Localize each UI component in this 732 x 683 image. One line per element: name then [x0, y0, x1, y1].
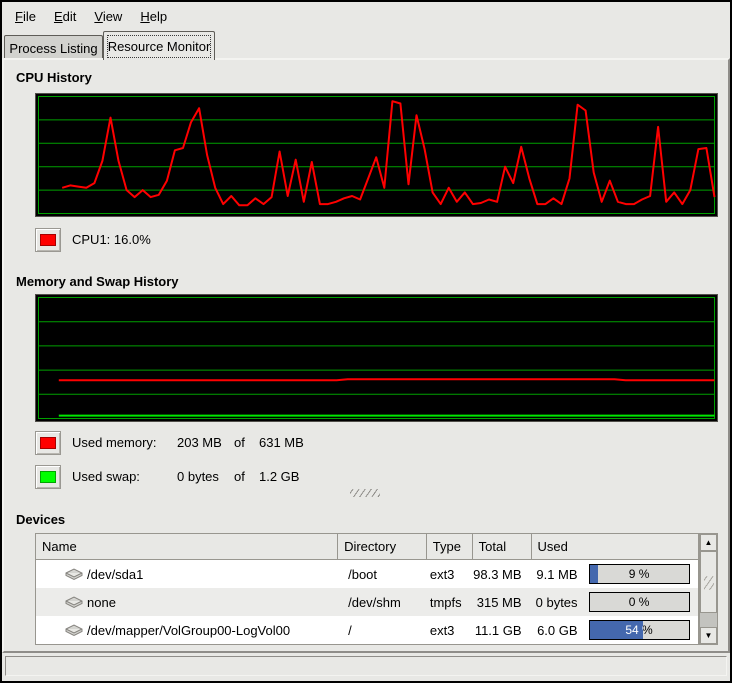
- used-swap-total: 1.2 GB: [259, 465, 299, 489]
- devices-title: Devices: [16, 512, 65, 527]
- disk-icon: [65, 595, 83, 609]
- menu-file[interactable]: File: [6, 6, 45, 27]
- device-used: 9.1 MB: [532, 567, 578, 582]
- menu-view[interactable]: View: [85, 6, 131, 27]
- column-header-used[interactable]: Used: [532, 534, 698, 559]
- memory-swap-chart: [36, 295, 717, 421]
- device-directory: /boot: [338, 567, 427, 582]
- device-row-volgroup[interactable]: /dev/mapper/VolGroup00-LogVol00 / ext3 1…: [36, 616, 698, 644]
- tab-strip: Process Listing Resource Monitor: [2, 30, 730, 59]
- devices-table-header: Name Directory Type Total Used: [36, 534, 698, 560]
- device-used: 0 bytes: [532, 595, 578, 610]
- cpu1-legend-label: CPU1: 16.0%: [72, 228, 151, 252]
- scrollbar-thumb[interactable]: [700, 551, 717, 613]
- used-memory-legend: Used memory: 203 MB of 631 MB: [72, 431, 304, 455]
- system-monitor-window: File Edit View Help Process Listing Reso…: [0, 0, 732, 683]
- cpu-history-title: CPU History: [16, 70, 92, 85]
- used-swap-color-swatch-icon: [40, 471, 56, 483]
- device-total: 315 MB: [473, 595, 532, 610]
- used-memory-color-button[interactable]: [35, 431, 61, 455]
- cpu1-color-swatch-icon: [40, 234, 56, 246]
- used-memory-label: Used memory:: [72, 431, 177, 455]
- disk-icon: [65, 623, 83, 637]
- tab-resource-monitor[interactable]: Resource Monitor: [103, 31, 215, 60]
- used-memory-color-swatch-icon: [40, 437, 56, 449]
- device-used: 6.0 GB: [532, 623, 578, 638]
- menu-edit[interactable]: Edit: [45, 6, 85, 27]
- device-name: /dev/mapper/VolGroup00-LogVol00: [87, 623, 290, 638]
- used-memory-total: 631 MB: [259, 431, 304, 455]
- device-directory: /dev/shm: [338, 595, 427, 610]
- used-swap-color-button[interactable]: [35, 465, 61, 489]
- used-swap-value: 0 bytes: [177, 465, 234, 489]
- usage-progressbar: 0 % 0 %: [589, 592, 690, 612]
- cpu-history-chart: [36, 94, 717, 216]
- column-header-type[interactable]: Type: [427, 534, 473, 559]
- column-header-name[interactable]: Name: [36, 534, 338, 559]
- device-row-none[interactable]: none /dev/shm tmpfs 315 MB 0 bytes 0 % 0…: [36, 588, 698, 616]
- device-row-sda1[interactable]: /dev/sda1 /boot ext3 98.3 MB 9.1 MB 9 % …: [36, 560, 698, 588]
- usage-progressbar: 9 % 9 %: [589, 564, 690, 584]
- memory-swap-title: Memory and Swap History: [16, 274, 179, 289]
- pane-resize-grip[interactable]: [350, 489, 380, 497]
- used-swap-legend: Used swap: 0 bytes of 1.2 GB: [72, 465, 299, 489]
- device-type: tmpfs: [427, 595, 473, 610]
- menu-help[interactable]: Help: [131, 6, 176, 27]
- column-header-directory[interactable]: Directory: [338, 534, 427, 559]
- scroll-up-arrow-icon[interactable]: ▲: [700, 534, 717, 551]
- devices-table: Name Directory Type Total Used /dev/sda1…: [35, 533, 699, 645]
- cpu1-color-button[interactable]: [35, 228, 61, 252]
- disk-icon: [65, 567, 83, 581]
- devices-vertical-scrollbar[interactable]: ▲ ▼: [699, 533, 718, 645]
- usage-progressbar: 54 % 54 %: [589, 620, 690, 640]
- device-directory: /: [338, 623, 427, 638]
- tab-process-listing[interactable]: Process Listing: [4, 35, 103, 60]
- device-total: 98.3 MB: [473, 567, 532, 582]
- statusbar: [5, 656, 727, 676]
- cpu-history-graph: [35, 93, 718, 217]
- device-name: /dev/sda1: [87, 567, 143, 582]
- device-total: 11.1 GB: [473, 623, 532, 638]
- used-swap-label: Used swap:: [72, 465, 177, 489]
- used-memory-value: 203 MB: [177, 431, 234, 455]
- scroll-down-arrow-icon[interactable]: ▼: [700, 627, 717, 644]
- column-header-total[interactable]: Total: [473, 534, 532, 559]
- menubar: File Edit View Help: [2, 2, 730, 30]
- used-memory-of: of: [234, 431, 259, 455]
- used-swap-of: of: [234, 465, 259, 489]
- device-name: none: [87, 595, 116, 610]
- device-type: ext3: [427, 567, 473, 582]
- device-type: ext3: [427, 623, 473, 638]
- memory-swap-graph: [35, 294, 718, 422]
